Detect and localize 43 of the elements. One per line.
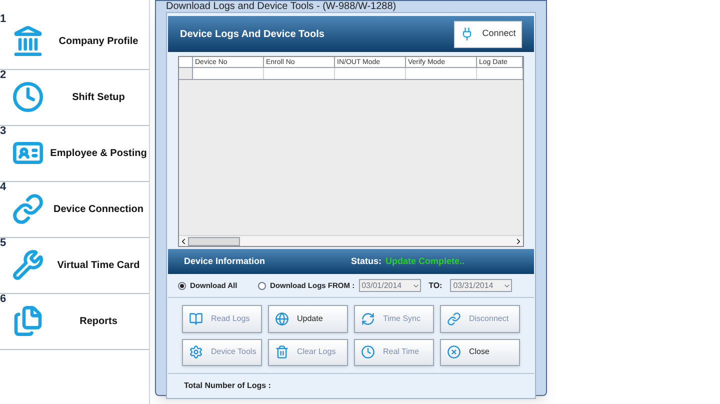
horizontal-scrollbar[interactable] <box>179 235 523 246</box>
info-title: Device Information <box>184 254 266 268</box>
item-number: 5 <box>0 238 8 249</box>
item-number: 3 <box>0 126 8 137</box>
date-to-field[interactable]: 03/31/2014 <box>450 279 512 292</box>
scroll-left-icon[interactable] <box>179 236 188 246</box>
date-to-label: TO: <box>428 280 442 292</box>
item-number: 1 <box>0 14 8 25</box>
sidebar-item[interactable]: Employee & Posting <box>0 137 149 169</box>
wrench-icon <box>12 249 44 281</box>
bank-icon <box>12 25 44 57</box>
action-button[interactable]: Update <box>268 305 348 332</box>
clock-icon <box>12 81 44 113</box>
sidebar-item[interactable]: Company Profile <box>0 25 149 57</box>
globe-icon <box>275 312 289 326</box>
action-button[interactable]: Close <box>440 338 520 366</box>
item-number: 2 <box>0 70 8 81</box>
header-title: Device Logs And Device Tools <box>180 28 324 42</box>
sidebar-item[interactable]: Reports <box>0 305 149 337</box>
status-value: Update Complete.. <box>386 254 465 268</box>
link-icon <box>12 193 44 225</box>
book-icon <box>189 312 203 326</box>
gear-icon <box>189 345 203 360</box>
sidebar-item[interactable]: Shift Setup <box>0 81 149 113</box>
sync-icon <box>361 312 375 326</box>
connect-button[interactable]: Connect <box>454 20 522 48</box>
window-title: Download Logs and Device Tools - (W-988/W-1288) <box>166 1 398 12</box>
status-label: Status: <box>351 254 382 268</box>
trash-icon <box>275 345 289 360</box>
scroll-right-icon[interactable] <box>514 236 523 246</box>
scrollbar-thumb[interactable] <box>188 236 240 246</box>
clock-icon <box>361 345 375 360</box>
radio-button[interactable] <box>178 282 186 290</box>
sidebar-item[interactable]: Device Connection <box>0 193 149 225</box>
documents-icon <box>12 305 44 337</box>
radio-button[interactable] <box>258 282 266 290</box>
close-icon <box>447 345 461 360</box>
link-icon <box>447 312 461 326</box>
item-number: 4 <box>0 182 8 193</box>
item-number: 6 <box>0 294 8 305</box>
date-from-field[interactable]: 03/01/2014 <box>358 279 421 292</box>
total-logs-label: Total Number of Logs : <box>184 380 271 392</box>
sidebar-item[interactable]: Virtual Time Card <box>0 249 149 281</box>
